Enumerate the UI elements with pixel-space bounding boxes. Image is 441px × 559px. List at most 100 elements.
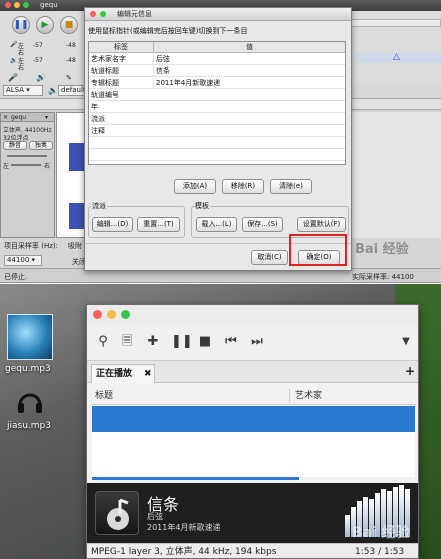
dialog-zoom-button[interactable]: [100, 11, 106, 17]
playlist-empty-area[interactable]: [92, 432, 415, 477]
desktop-icon-label[interactable]: jiasu.mp3: [7, 421, 51, 431]
metadata-row[interactable]: 专辑标题 2011年4月新歌速递: [89, 78, 345, 89]
metadata-row[interactable]: 轨道编号: [89, 90, 345, 101]
metadata-tag[interactable]: 专辑标题: [91, 78, 149, 89]
speaker-volume-icon: 🔊: [36, 73, 46, 82]
play-button[interactable]: ▶: [36, 16, 54, 34]
close-tab-icon[interactable]: ✖: [144, 365, 152, 383]
stop-icon: ■: [64, 20, 74, 30]
player-close-button[interactable]: [93, 310, 102, 319]
player-tabbar: 正在播放 ✖ +: [87, 361, 418, 383]
track-name-bar[interactable]: ✕ gequ ▾: [1, 113, 54, 122]
previous-icon[interactable]: ⏮: [223, 334, 239, 350]
project-rate-select[interactable]: 44100 ▾: [4, 255, 42, 266]
genre-group-label: 流派: [91, 201, 107, 211]
tab-now-playing[interactable]: 正在播放 ✖: [91, 364, 155, 383]
stream-info-text: MPEG-1 layer 3, 立体声, 44 kHz, 194 kbps: [91, 547, 277, 557]
music-file-icon[interactable]: [7, 314, 53, 360]
gain-slider[interactable]: [7, 155, 47, 157]
stop-button[interactable]: ■: [60, 16, 78, 34]
library-icon[interactable]: 🗏: [119, 334, 135, 350]
metadata-row[interactable]: 艺术家名字 后弦: [89, 54, 345, 65]
add-tag-button[interactable]: 添加(A): [174, 179, 216, 194]
search-icon[interactable]: ⚲: [95, 334, 111, 350]
playback-progress-bar[interactable]: [92, 477, 299, 480]
metadata-value[interactable]: 后弦: [153, 54, 343, 65]
set-default-button[interactable]: 设置默认(F): [297, 217, 346, 232]
mute-button[interactable]: 静音: [3, 141, 27, 150]
chevron-down-icon[interactable]: ▼: [398, 334, 414, 350]
metadata-tag[interactable]: 艺术家名字: [91, 54, 149, 65]
gain-slider-track[interactable]: △: [355, 52, 441, 63]
clear-tags-button[interactable]: 清除(e): [270, 179, 312, 194]
stop-icon[interactable]: ■: [197, 334, 213, 350]
player-maximize-button[interactable]: [121, 310, 130, 319]
pause-button[interactable]: ❚❚: [12, 16, 30, 34]
now-playing-album: 2011年4月新歌速递: [147, 523, 221, 532]
load-template-label: 载入...(L): [201, 220, 232, 228]
desktop-icon-label[interactable]: gequ.mp3: [5, 364, 51, 374]
column-header-title[interactable]: 标题: [95, 387, 113, 405]
dialog-close-button[interactable]: [90, 11, 96, 17]
playlist-selected-row[interactable]: [92, 406, 415, 432]
column-header-tag[interactable]: 标签: [89, 42, 153, 53]
set-default-label: 设置默认(F): [302, 220, 341, 228]
metadata-tag[interactable]: 轨道标题: [91, 66, 149, 77]
add-icon[interactable]: ✚: [145, 334, 161, 350]
remove-tag-button[interactable]: 移除(R): [222, 179, 264, 194]
metadata-row[interactable]: 年: [89, 102, 345, 113]
column-divider: [289, 389, 290, 403]
device-toolbar-right: [349, 85, 441, 96]
close-icon[interactable]: ✕: [3, 114, 8, 121]
metadata-tag[interactable]: 轨道编号: [91, 90, 149, 101]
slider-thumb-icon[interactable]: △: [393, 52, 400, 62]
project-rate-label: 项目采样率 (Hz):: [4, 242, 58, 250]
solo-button[interactable]: 独奏: [29, 141, 53, 150]
next-icon[interactable]: ⏭: [249, 334, 265, 350]
minimize-window-button[interactable]: [14, 2, 20, 8]
cancel-button[interactable]: 取消(C): [251, 250, 288, 265]
edit-genre-button[interactable]: 编辑...(D): [92, 217, 133, 232]
metadata-tag[interactable]: 流派: [91, 114, 149, 125]
save-template-button[interactable]: 保存...(S): [242, 217, 283, 232]
mic-volume-icon: 🎤: [8, 73, 18, 82]
metadata-tag[interactable]: 注释: [91, 126, 149, 137]
chevron-down-icon[interactable]: ▾: [45, 114, 48, 121]
playlist-header: 标题 艺术家: [91, 387, 416, 405]
metadata-row[interactable]: 轨道标题 信条: [89, 66, 345, 77]
metadata-empty-row[interactable]: [89, 138, 345, 149]
column-header-artist[interactable]: 艺术家: [295, 387, 322, 405]
tools-icon[interactable]: ✎: [66, 74, 72, 82]
headphones-file-icon[interactable]: [16, 388, 44, 416]
album-art: [95, 491, 139, 535]
music-player-window: ⚲ 🗏 ✚ ❚❚ ■ ⏮ ⏭ ▼ 正在播放 ✖ + 标题 艺术家 信条 后弦 2…: [86, 304, 419, 559]
pause-icon[interactable]: ❚❚: [171, 334, 193, 350]
cancel-label: 取消(C): [257, 253, 282, 261]
metadata-empty-row[interactable]: [89, 150, 345, 161]
reset-genre-button[interactable]: 重置...(T): [137, 217, 180, 232]
column-header-value[interactable]: 值: [153, 42, 345, 53]
meter-db-label: -57: [33, 57, 43, 64]
add-tag-label: 添加(A): [182, 182, 208, 190]
player-minimize-button[interactable]: [107, 310, 116, 319]
add-tab-icon[interactable]: +: [405, 364, 415, 378]
ok-button-highlight: [289, 234, 347, 266]
speaker-device-icon: 🔈: [48, 86, 58, 95]
watermark-top: Bai 经验: [355, 242, 409, 257]
close-window-button[interactable]: [5, 2, 11, 8]
player-titlebar: [87, 305, 418, 323]
track-name[interactable]: gequ: [11, 114, 26, 121]
mute-label: 静音: [8, 142, 21, 149]
metadata-tag[interactable]: 年: [91, 102, 149, 113]
metadata-value[interactable]: 2011年4月新歌速递: [153, 78, 343, 89]
pan-slider[interactable]: [11, 164, 41, 166]
waveform-view[interactable]: [56, 112, 86, 238]
metadata-row[interactable]: 流派: [89, 114, 345, 125]
load-template-button[interactable]: 载入...(L): [196, 217, 237, 232]
metadata-value[interactable]: 信条: [153, 66, 343, 77]
metadata-row[interactable]: 注释: [89, 126, 345, 137]
output-device-value: default: [61, 86, 86, 94]
maximize-window-button[interactable]: [23, 2, 29, 8]
metadata-table: 标签 值 艺术家名字 后弦 轨道标题 信条 专辑标题 2011年4月新歌速递 轨道编号年流派…: [88, 41, 346, 165]
audio-host-select[interactable]: ALSA ▾: [3, 85, 43, 96]
